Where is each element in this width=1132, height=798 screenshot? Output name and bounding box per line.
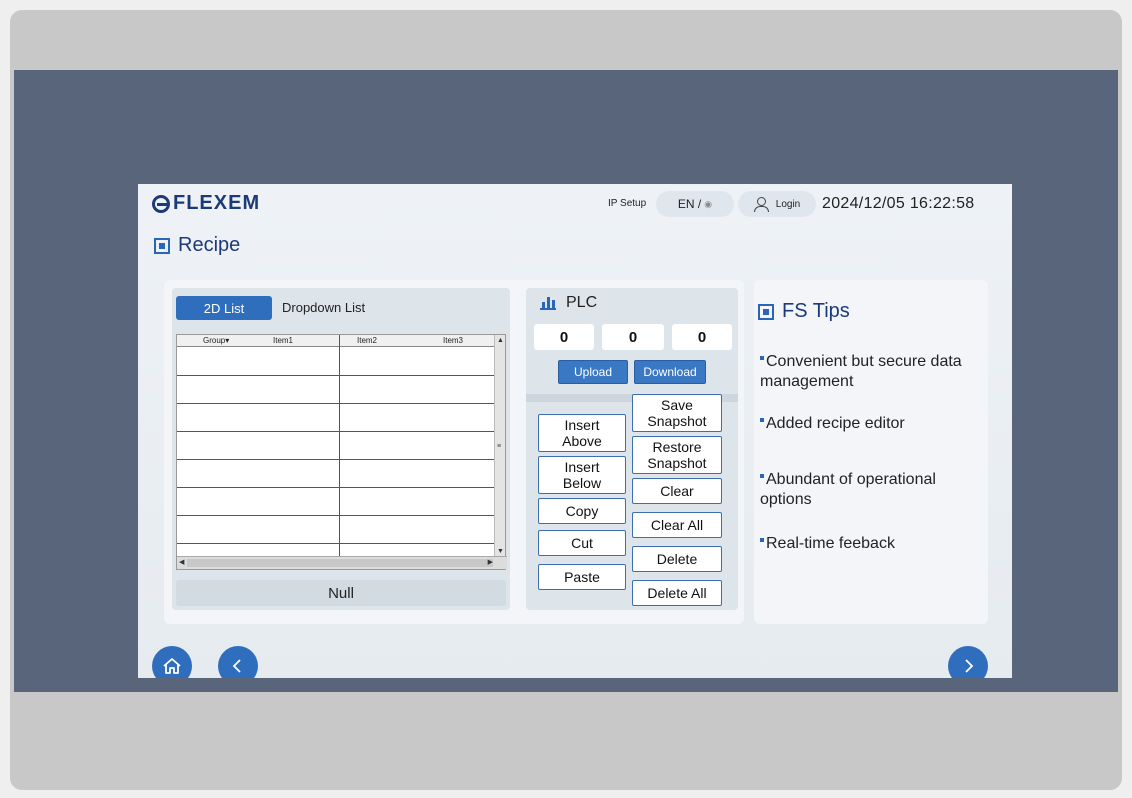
bullet-icon bbox=[760, 418, 764, 422]
download-button[interactable]: Download bbox=[634, 360, 706, 384]
square-section-icon bbox=[758, 303, 774, 320]
home-icon bbox=[163, 658, 181, 674]
insert-below-button[interactable]: Insert Below bbox=[538, 456, 626, 494]
tip-item: Added recipe editor bbox=[760, 414, 980, 434]
table-row[interactable] bbox=[177, 431, 495, 432]
table-row[interactable] bbox=[177, 375, 495, 376]
paste-button[interactable]: Paste bbox=[538, 564, 626, 590]
logo-text: FLEXEM bbox=[173, 192, 261, 214]
page-title: Recipe bbox=[154, 234, 240, 257]
home-button[interactable] bbox=[152, 646, 192, 678]
clear-all-button[interactable]: Clear All bbox=[632, 512, 722, 538]
horizontal-scroll-thumb[interactable] bbox=[187, 559, 493, 567]
square-section-icon bbox=[154, 237, 170, 254]
chevron-right-icon bbox=[965, 659, 974, 673]
table-header: Group▾ Item1 Item2 Item3 bbox=[177, 335, 495, 347]
plc-value-2[interactable]: 0 bbox=[602, 324, 664, 350]
plc-panel: PLC 0 0 0 Upload Download Insert Above I… bbox=[526, 288, 738, 610]
login-label: Login bbox=[775, 198, 801, 210]
fs-tips-title-text: FS Tips bbox=[782, 300, 850, 322]
scroll-thumb-icon[interactable]: ≡ bbox=[497, 443, 501, 450]
chevron-left-icon bbox=[232, 659, 241, 673]
tip-item: Convenient but secure data management bbox=[760, 353, 962, 390]
tab-2d-list[interactable]: 2D List bbox=[176, 296, 272, 320]
datetime-display: 2024/12/05 16:22:58 bbox=[822, 195, 975, 212]
fs-tips-panel: FS Tips Convenient but secure data manag… bbox=[754, 280, 988, 624]
language-selector[interactable]: EN / ◉ bbox=[656, 191, 734, 217]
column-header-item1[interactable]: Item1 bbox=[273, 336, 293, 345]
delete-button[interactable]: Delete bbox=[632, 546, 722, 572]
bar-chart-icon bbox=[540, 296, 556, 310]
plc-header: PLC bbox=[540, 294, 597, 312]
table-row[interactable] bbox=[177, 487, 495, 488]
delete-all-button[interactable]: Delete All bbox=[632, 580, 722, 606]
flexem-logo-icon bbox=[152, 194, 170, 213]
table-column-divider bbox=[339, 335, 340, 557]
ip-setup-button[interactable]: IP Setup bbox=[608, 198, 646, 209]
hmi-screen: FLEXEM IP Setup EN / ◉ Login 2024/12/05 … bbox=[138, 184, 1012, 678]
flexem-logo: FLEXEM bbox=[152, 192, 260, 215]
tab-dropdown-list[interactable]: Dropdown List bbox=[282, 300, 365, 315]
upload-button[interactable]: Upload bbox=[558, 360, 628, 384]
table-vertical-scrollbar[interactable]: ▲ ≡ ▼ bbox=[494, 335, 505, 557]
clear-button[interactable]: Clear bbox=[632, 478, 722, 504]
copy-button[interactable]: Copy bbox=[538, 498, 626, 524]
recipe-table[interactable]: Group▾ Item1 Item2 Item3 ▲ ≡ ▼ ◀ ▶ bbox=[176, 334, 507, 570]
bullet-icon bbox=[760, 538, 764, 542]
back-button[interactable] bbox=[218, 646, 258, 678]
insert-above-button[interactable]: Insert Above bbox=[538, 414, 626, 452]
plc-title: PLC bbox=[566, 294, 598, 311]
globe-icon: ◉ bbox=[704, 198, 713, 209]
save-snapshot-button[interactable]: Save Snapshot bbox=[632, 394, 722, 432]
column-header-item2[interactable]: Item2 bbox=[357, 336, 377, 345]
tip-item: Real-time feeback bbox=[760, 534, 980, 554]
column-header-group[interactable]: Group▾ bbox=[203, 336, 229, 345]
plc-value-3[interactable]: 0 bbox=[672, 324, 732, 350]
hmi-device: FLEXEM IP Setup EN / ◉ Login 2024/12/05 … bbox=[10, 10, 1122, 790]
scroll-right-icon[interactable]: ▶ bbox=[488, 558, 493, 566]
bullet-icon bbox=[760, 356, 764, 360]
language-label: EN / bbox=[677, 197, 702, 211]
recipe-list-panel: 2D List Dropdown List Group▾ Item1 Item2… bbox=[172, 288, 510, 610]
plc-value-1[interactable]: 0 bbox=[534, 324, 594, 350]
screen-bezel: FLEXEM IP Setup EN / ◉ Login 2024/12/05 … bbox=[14, 70, 1118, 692]
recipe-panel: 2D List Dropdown List Group▾ Item1 Item2… bbox=[164, 280, 744, 624]
table-horizontal-scrollbar[interactable]: ◀ ▶ bbox=[177, 556, 507, 569]
scroll-down-icon[interactable]: ▼ bbox=[496, 547, 505, 556]
column-header-item3[interactable]: Item3 bbox=[443, 336, 463, 345]
recipe-status-bar: Null bbox=[176, 580, 506, 606]
table-row[interactable] bbox=[177, 515, 495, 516]
login-button[interactable]: Login bbox=[738, 191, 816, 217]
restore-snapshot-button[interactable]: Restore Snapshot bbox=[632, 436, 722, 474]
table-row[interactable] bbox=[177, 459, 495, 460]
scroll-up-icon[interactable]: ▲ bbox=[496, 336, 505, 345]
next-button[interactable] bbox=[948, 646, 988, 678]
scroll-left-icon[interactable]: ◀ bbox=[179, 558, 184, 566]
fs-tips-title: FS Tips bbox=[758, 300, 850, 323]
table-row[interactable] bbox=[177, 403, 495, 404]
top-bar: FLEXEM IP Setup EN / ◉ Login 2024/12/05 … bbox=[138, 184, 1012, 224]
tip-item: Abundant of operational options bbox=[760, 471, 936, 508]
user-icon bbox=[753, 197, 769, 212]
page-title-text: Recipe bbox=[178, 234, 241, 256]
table-row[interactable] bbox=[177, 543, 495, 544]
bullet-icon bbox=[760, 474, 764, 478]
cut-button[interactable]: Cut bbox=[538, 530, 626, 556]
